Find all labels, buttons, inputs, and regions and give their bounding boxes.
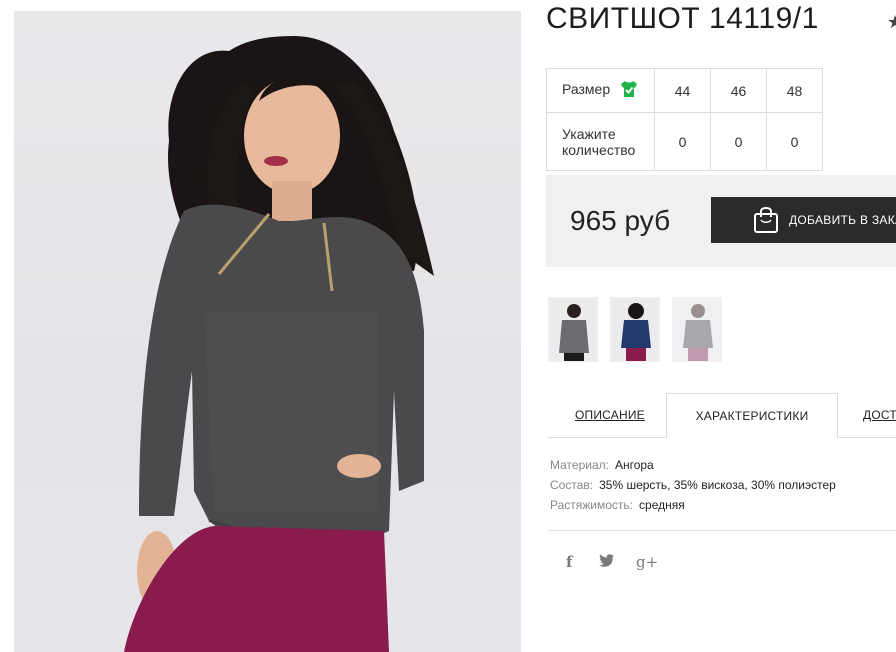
spec-row-composition: Состав: 35% шерсть, 35% вискоза, 30% поли… (550, 475, 836, 495)
size-46: 46 (710, 68, 767, 113)
shopping-bag-icon (753, 205, 779, 236)
tab-description[interactable]: ОПИСАНИЕ (575, 393, 645, 437)
section-divider (548, 530, 896, 531)
star-icon[interactable]: ★ (887, 12, 896, 33)
quantity-input-48[interactable]: 0 (766, 112, 823, 171)
spec-key: Материал: (550, 458, 609, 472)
price-block: 965 руб ДОБАВИТЬ В ЗАКАЗ (546, 175, 896, 267)
add-to-cart-label: ДОБАВИТЬ В ЗАКАЗ (789, 213, 896, 227)
spec-key: Состав: (550, 478, 594, 492)
tshirt-icon[interactable] (620, 80, 638, 101)
quantity-input-46[interactable]: 0 (710, 112, 767, 171)
size-44: 44 (654, 68, 711, 113)
google-plus-icon[interactable]: g+ (636, 553, 658, 571)
thumbnail-navy[interactable] (610, 297, 660, 362)
characteristics-list: Материал: Ангора Состав: 35% шерсть, 35% в… (550, 455, 836, 515)
size-48: 48 (766, 68, 823, 113)
product-tabs: ОПИСАНИЕ ХАРАКТЕРИСТИКИ ДОСТАВКА (548, 393, 896, 438)
size-row: Размер 44 46 48 (546, 68, 823, 113)
quantity-input-44[interactable]: 0 (654, 112, 711, 171)
quantity-label-cell: Укажите количество (546, 112, 655, 171)
spec-value: Ангора (614, 458, 654, 472)
spec-value: 35% шерсть, 35% вискоза, 30% полиэстер (599, 478, 836, 492)
spec-row-material: Материал: Ангора (550, 455, 836, 475)
product-title: СВИТШОТ 14119/1 (546, 2, 819, 35)
product-main-image[interactable] (14, 11, 521, 652)
quantity-row: Укажите количество 0 0 0 (546, 112, 823, 171)
add-to-cart-button[interactable]: ДОБАВИТЬ В ЗАКАЗ (711, 197, 896, 243)
size-quantity-table: Размер 44 46 48 Укажите количество 0 0 0 (546, 68, 823, 171)
quantity-label-line2: количество (562, 141, 636, 158)
thumbnail-grey[interactable] (548, 297, 598, 362)
facebook-icon[interactable]: f (566, 553, 572, 571)
spec-value: средняя (639, 498, 685, 512)
spec-row-stretch: Растяжимость: средняя (550, 495, 836, 515)
thumbnail-light-grey[interactable] (672, 297, 722, 362)
tab-characteristics[interactable]: ХАРАКТЕРИСТИКИ (666, 393, 838, 438)
tab-delivery[interactable]: ДОСТАВКА (863, 393, 896, 437)
size-label-cell: Размер (546, 68, 655, 113)
twitter-icon[interactable] (599, 554, 614, 571)
product-price: 965 руб (570, 205, 671, 236)
spec-key: Растяжимость: (550, 498, 634, 512)
quantity-label-line1: Укажите (562, 125, 616, 142)
size-label: Размер (562, 81, 611, 98)
